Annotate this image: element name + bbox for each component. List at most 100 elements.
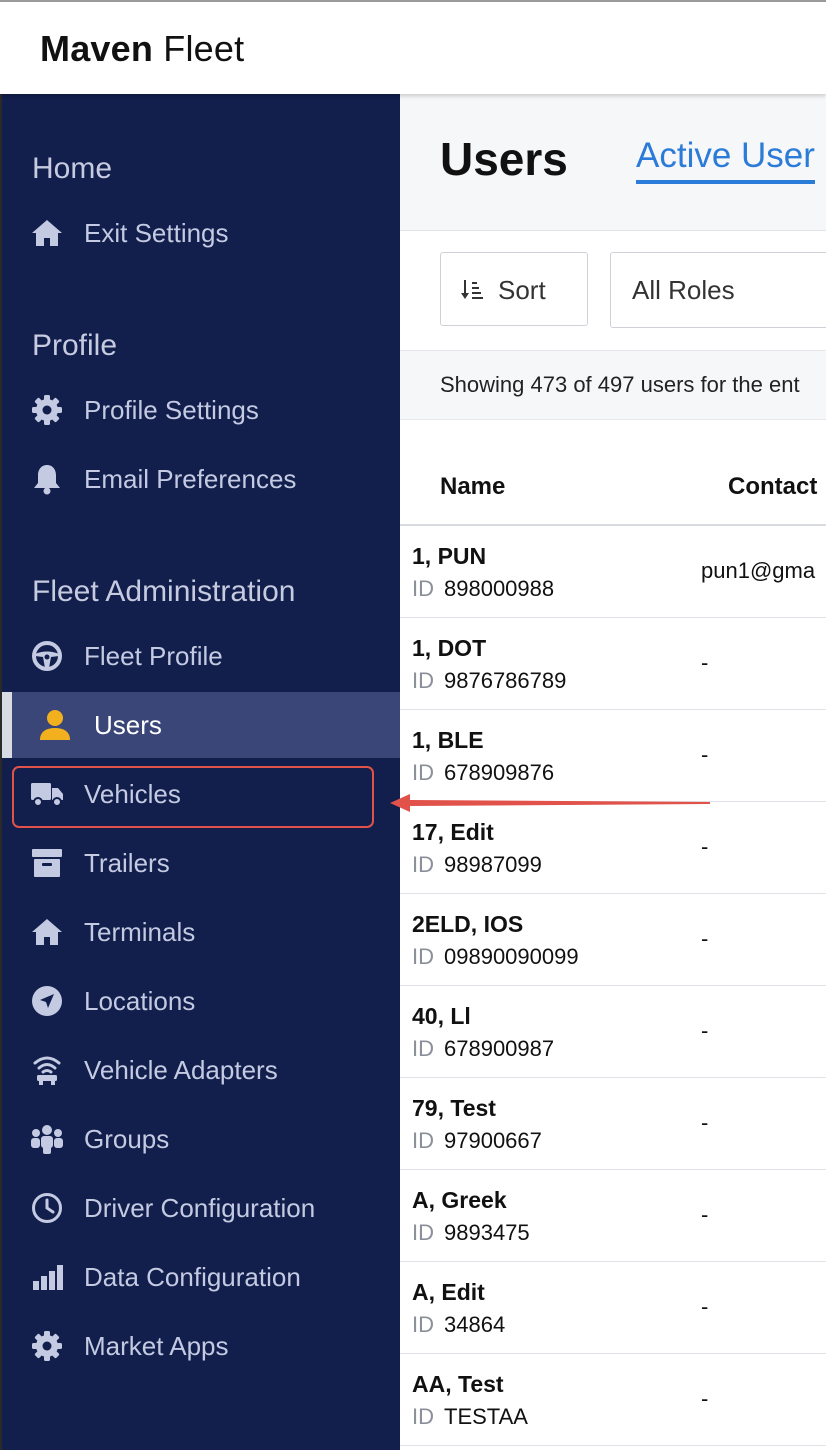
user-id-value: 678900987	[444, 1036, 555, 1061]
bell-icon	[30, 462, 64, 496]
table-row[interactable]: AA, Test ID TESTAA -	[400, 1354, 826, 1446]
user-contact: -	[701, 742, 709, 767]
user-id-label: ID	[412, 576, 434, 601]
box-icon	[30, 846, 64, 880]
user-name: A, Edit	[412, 1279, 485, 1305]
table-row[interactable]: 1, PUN ID 898000988 pun1@gma	[400, 526, 826, 618]
sidebar-item-fleet-profile[interactable]: Fleet Profile	[2, 623, 402, 689]
roles-filter-select[interactable]: All Roles	[610, 252, 826, 328]
annotation-arrow-icon	[390, 794, 710, 812]
user-id-label: ID	[412, 1404, 434, 1429]
sidebar-item-label: Fleet Profile	[84, 640, 223, 671]
user-id-label: ID	[412, 1220, 434, 1245]
user-id-value: TESTAA	[444, 1404, 528, 1429]
user-id: ID 678900987	[412, 1036, 554, 1062]
wireless-adapter-icon	[30, 1053, 64, 1087]
user-name: 1, DOT	[412, 635, 487, 661]
user-id-label: ID	[412, 852, 434, 877]
brand-name-light: Fleet	[153, 28, 245, 69]
sidebar-item-email-preferences[interactable]: Email Preferences	[2, 446, 402, 512]
main-content: Users Active User Sort All Roles Showing…	[400, 92, 826, 1450]
sidebar-item-vehicle-adapters[interactable]: Vehicle Adapters	[2, 1037, 402, 1103]
user-id: ID 898000988	[412, 576, 554, 602]
user-name: 2ELD, IOS	[412, 911, 524, 937]
sort-button[interactable]: Sort	[440, 252, 588, 326]
user-id-label: ID	[412, 1128, 434, 1153]
sidebar-item-profile-settings[interactable]: Profile Settings	[2, 377, 402, 443]
user-id: ID 678909876	[412, 760, 554, 786]
user-name: 1, PUN	[412, 543, 487, 569]
user-id: ID TESTAA	[412, 1404, 528, 1430]
column-header-contact[interactable]: Contact	[728, 473, 817, 501]
sidebar-item-label: Vehicle Adapters	[84, 1054, 278, 1085]
user-contact: -	[701, 1110, 709, 1135]
table-row[interactable]: A, Edit ID 34864 -	[400, 1262, 826, 1354]
gear-icon	[30, 393, 64, 427]
app-logo[interactable]: Maven Fleet	[40, 28, 244, 70]
sidebar-item-driver-configuration[interactable]: Driver Configuration	[2, 1175, 402, 1241]
user-name: 40, Ll	[412, 1003, 471, 1029]
tab-active-users[interactable]: Active User	[636, 136, 815, 184]
sidebar-item-label: Market Apps	[84, 1330, 229, 1361]
sidebar-item-label: Groups	[84, 1123, 170, 1154]
sidebar-item-users[interactable]: Users	[2, 692, 402, 758]
table-row[interactable]: A, Greek ID 9893475 -	[400, 1170, 826, 1262]
location-arrow-icon	[30, 984, 64, 1018]
bar-chart-icon	[30, 1260, 64, 1294]
user-contact: -	[701, 1294, 709, 1319]
user-id-value: 9893475	[444, 1220, 530, 1245]
table-row[interactable]: 40, Ll ID 678900987 -	[400, 986, 826, 1078]
table-row[interactable]: 1, DOT ID 9876786789 -	[400, 618, 826, 710]
sidebar-item-label: Locations	[84, 985, 196, 1016]
section-title-profile: Profile	[32, 329, 118, 362]
section-title-fleet-administration: Fleet Administration	[32, 575, 296, 608]
column-header-name[interactable]: Name	[440, 473, 505, 501]
section-title-home: Home	[32, 152, 113, 185]
user-contact: -	[701, 1202, 709, 1227]
sidebar-item-label: Users	[94, 709, 162, 740]
brand-name-bold: Maven	[40, 28, 154, 69]
user-id-value: 898000988	[444, 576, 555, 601]
sidebar-item-terminals[interactable]: Terminals	[2, 899, 402, 965]
sidebar-item-label: Data Configuration	[84, 1261, 301, 1292]
sidebar-item-trailers[interactable]: Trailers	[2, 830, 402, 896]
user-id: ID 34864	[412, 1312, 505, 1338]
table-row[interactable]: 17, Edit ID 98987099 -	[400, 802, 826, 894]
table-row[interactable]: 2ELD, IOS ID 09890090099 -	[400, 894, 826, 986]
sidebar-item-data-configuration[interactable]: Data Configuration	[2, 1244, 402, 1310]
gear-icon	[30, 1329, 64, 1363]
sidebar-item-locations[interactable]: Locations	[2, 968, 402, 1034]
page-header: Users Active User	[400, 92, 826, 231]
vehicles-highlight-box	[12, 766, 374, 828]
user-id-label: ID	[412, 668, 434, 693]
user-id: ID 9876786789	[412, 668, 566, 694]
user-name: 17, Edit	[412, 819, 494, 845]
roles-filter-value: All Roles	[632, 275, 735, 305]
sidebar-item-label: Driver Configuration	[84, 1192, 316, 1223]
sidebar-item-groups[interactable]: Groups	[2, 1106, 402, 1172]
user-contact: -	[701, 1018, 709, 1043]
sidebar-item-market-apps[interactable]: Market Apps	[2, 1313, 402, 1379]
user-contact: -	[701, 1386, 709, 1411]
clock-icon	[30, 1191, 64, 1225]
home-icon	[30, 915, 64, 949]
group-icon	[30, 1122, 64, 1156]
user-id: ID 09890090099	[412, 944, 579, 970]
table-row[interactable]: 79, Test ID 97900667 -	[400, 1078, 826, 1170]
top-bar: Maven Fleet	[0, 0, 826, 94]
user-name: A, Greek	[412, 1187, 507, 1213]
user-contact: -	[701, 650, 709, 675]
user-id: ID 9893475	[412, 1220, 530, 1246]
user-id-value: 678909876	[444, 760, 555, 785]
user-id-label: ID	[412, 1312, 434, 1337]
page-title: Users	[440, 133, 568, 185]
sort-icon	[461, 278, 485, 307]
user-id-value: 09890090099	[444, 944, 579, 969]
results-count-text: Showing 473 of 497 users for the ent	[440, 372, 800, 397]
table-row[interactable]: 1, BLE ID 678909876 -	[400, 710, 826, 802]
user-name: 1, BLE	[412, 727, 484, 753]
sidebar-item-exit-settings[interactable]: Exit Settings	[2, 200, 402, 266]
steering-wheel-icon	[30, 639, 64, 673]
user-id-label: ID	[412, 760, 434, 785]
user-id-value: 9876786789	[444, 668, 567, 693]
